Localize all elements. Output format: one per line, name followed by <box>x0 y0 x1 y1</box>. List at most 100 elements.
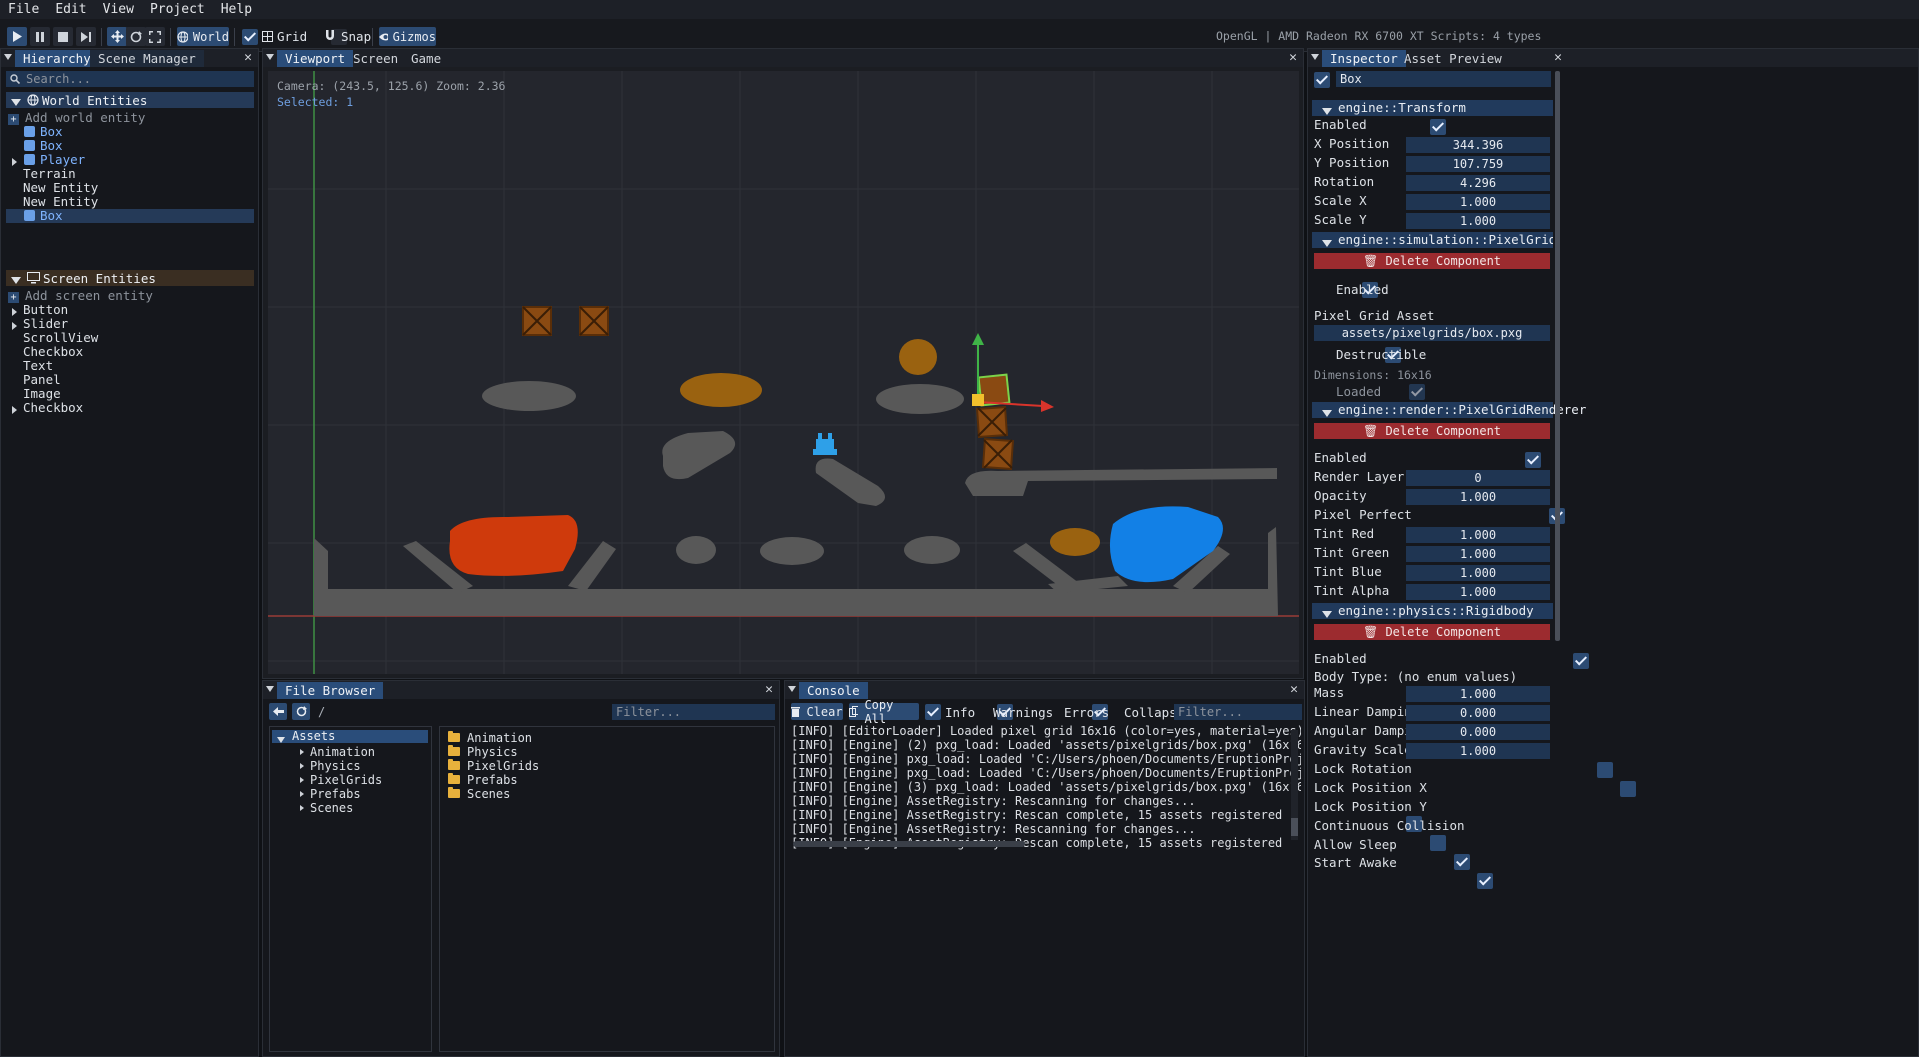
world-entity-item[interactable]: Player <box>6 153 254 167</box>
tab-viewport[interactable]: Viewport <box>277 50 354 67</box>
console-scrollbar[interactable] <box>1291 730 1298 840</box>
search-input[interactable]: Search... <box>6 71 254 87</box>
tab-game[interactable]: Game <box>403 50 449 67</box>
x-position-field[interactable]: 344.396 <box>1406 137 1550 153</box>
pixel-grid-asset-field[interactable]: assets/pixelgrids/box.pxg <box>1314 325 1550 341</box>
back-button[interactable] <box>269 703 287 720</box>
add-screen-entity-button[interactable]: + Add screen entity <box>8 289 153 303</box>
scrollbar-thumb[interactable] <box>1291 818 1298 836</box>
world-entity-item[interactable]: New Entity <box>6 195 254 209</box>
gravity-scale-field[interactable]: 1.000 <box>1406 743 1550 759</box>
menu-file[interactable]: File <box>0 0 47 19</box>
folder-item[interactable]: Animation <box>448 731 532 745</box>
world-entity-item[interactable]: Box <box>6 209 254 223</box>
tree-folder-item[interactable]: PixelGrids <box>300 773 382 787</box>
pause-button[interactable] <box>30 27 50 46</box>
close-icon[interactable]: ✕ <box>765 682 773 698</box>
panel-menu-icon[interactable] <box>266 686 274 692</box>
tab-screen[interactable]: Screen <box>345 50 406 67</box>
world-entity-item[interactable]: Box <box>6 125 254 139</box>
tab-console[interactable]: Console <box>799 682 868 699</box>
expand-arrow-icon[interactable] <box>300 787 310 801</box>
entity-enabled-checkbox[interactable] <box>1314 72 1330 88</box>
pixel-grid-component-header[interactable]: engine::simulation::PixelGridComponent <box>1312 232 1553 248</box>
refresh-button[interactable] <box>292 703 310 720</box>
tint-red-field[interactable]: 1.000 <box>1406 527 1550 543</box>
expand-arrow-icon[interactable] <box>300 801 310 815</box>
entity-name-field[interactable]: Box <box>1336 71 1551 87</box>
rigidbody-header[interactable]: engine::physics::Rigidbody <box>1312 603 1553 619</box>
mass-field[interactable]: 1.000 <box>1406 686 1550 702</box>
expand-arrow-icon[interactable] <box>12 404 23 418</box>
stop-button[interactable] <box>53 27 73 46</box>
delete-component-button[interactable]: 🗑 Delete Component <box>1314 253 1550 269</box>
folder-item[interactable]: PixelGrids <box>448 759 539 773</box>
opacity-field[interactable]: 1.000 <box>1406 489 1550 505</box>
lock-position-x-checkbox[interactable] <box>1620 781 1637 797</box>
scene-canvas[interactable] <box>268 71 1299 674</box>
inspector-scrollbar[interactable] <box>1555 71 1560 641</box>
transform-enabled-checkbox[interactable] <box>1429 119 1446 135</box>
tree-folder-item[interactable]: Physics <box>300 759 361 773</box>
add-world-entity-button[interactable]: + Add world entity <box>8 111 145 125</box>
panel-menu-icon[interactable] <box>788 686 796 692</box>
menu-view[interactable]: View <box>95 0 142 19</box>
lock-rotation-checkbox[interactable] <box>1596 762 1613 778</box>
console-filter-input[interactable]: Filter... <box>1174 704 1302 720</box>
folder-item[interactable]: Prefabs <box>448 773 518 787</box>
tree-folder-item[interactable]: Scenes <box>300 801 353 815</box>
info-checkbox[interactable] <box>925 704 941 720</box>
tab-hierarchy[interactable]: Hierarchy <box>15 50 99 67</box>
move-tool-button[interactable] <box>107 27 127 46</box>
play-button[interactable] <box>7 27 27 46</box>
horizontal-scrollbar[interactable] <box>793 841 1025 847</box>
screen-entity-item[interactable]: Slider <box>6 317 254 331</box>
renderer-enabled-checkbox[interactable] <box>1525 452 1542 468</box>
scale-y-field[interactable]: 1.000 <box>1406 213 1550 229</box>
world-entity-item[interactable]: New Entity <box>6 181 254 195</box>
transform-header[interactable]: engine::Transform <box>1312 100 1553 116</box>
linear-damping-field[interactable]: 0.000 <box>1406 705 1550 721</box>
menu-help[interactable]: Help <box>213 0 260 19</box>
panel-menu-icon[interactable] <box>4 54 12 60</box>
step-button[interactable] <box>76 27 96 46</box>
menu-edit[interactable]: Edit <box>47 0 94 19</box>
clear-button[interactable]: Clear <box>791 703 843 720</box>
rb-enabled-checkbox[interactable] <box>1572 653 1589 669</box>
file-filter-input[interactable]: Filter... <box>612 704 775 720</box>
folder-item[interactable]: Physics <box>448 745 518 759</box>
rotate-tool-button[interactable] <box>126 27 146 46</box>
expand-arrow-icon[interactable] <box>300 759 310 773</box>
continuous-collision-checkbox[interactable] <box>1429 835 1446 851</box>
y-position-field[interactable]: 107.759 <box>1406 156 1550 172</box>
world-entity-item[interactable]: Box <box>6 139 254 153</box>
expand-arrow-icon[interactable] <box>300 773 310 787</box>
menu-project[interactable]: Project <box>142 0 213 19</box>
scale-x-field[interactable]: 1.000 <box>1406 194 1550 210</box>
close-icon[interactable]: ✕ <box>244 50 252 66</box>
panel-menu-icon[interactable] <box>266 54 274 60</box>
screen-entity-item[interactable]: Checkbox <box>6 345 254 359</box>
pixel-grid-renderer-header[interactable]: engine::render::PixelGridRenderer <box>1312 402 1586 418</box>
tint-blue-field[interactable]: 1.000 <box>1406 565 1550 581</box>
scale-tool-button[interactable] <box>145 27 165 46</box>
tint-alpha-field[interactable]: 1.000 <box>1406 584 1550 600</box>
tab-scene-manager[interactable]: Scene Manager <box>90 50 204 67</box>
allow-sleep-checkbox[interactable] <box>1453 854 1470 870</box>
screen-entity-item[interactable]: Checkbox <box>6 401 254 415</box>
gizmos-button[interactable]: Gizmos <box>379 27 436 46</box>
screen-entities-header[interactable]: Screen Entities <box>6 270 254 286</box>
tree-folder-item[interactable]: Animation <box>300 745 375 759</box>
world-space-button[interactable]: World <box>177 27 229 46</box>
delete-component-button[interactable]: 🗑 Delete Component <box>1314 624 1550 640</box>
screen-entity-item[interactable]: Button <box>6 303 254 317</box>
screen-entity-item[interactable]: Image <box>6 387 254 401</box>
screen-entity-item[interactable]: Text <box>6 359 254 373</box>
delete-component-button[interactable]: 🗑 Delete Component <box>1314 423 1550 439</box>
screen-entity-item[interactable]: Panel <box>6 373 254 387</box>
close-icon[interactable]: ✕ <box>1289 50 1297 66</box>
start-awake-checkbox[interactable] <box>1477 873 1494 889</box>
folder-item[interactable]: Scenes <box>448 787 510 801</box>
render-layer-field[interactable]: 0 <box>1406 470 1550 486</box>
rotation-field[interactable]: 4.296 <box>1406 175 1550 191</box>
